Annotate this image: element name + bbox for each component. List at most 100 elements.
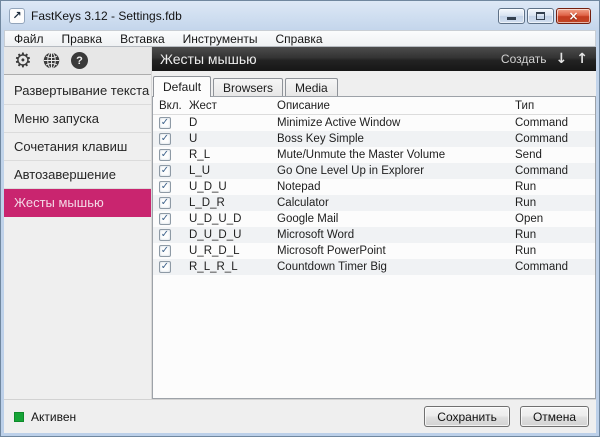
status-label: Активен: [31, 410, 76, 424]
gesture-table-body: ✓DMinimize Active WindowCommand✓UBoss Ke…: [153, 115, 595, 275]
tab-browsers[interactable]: Browsers: [213, 78, 283, 96]
table-row[interactable]: ✓ D_U_D_UMicrosoft WordRun: [153, 227, 595, 243]
checkbox-icon[interactable]: ✓: [159, 245, 171, 257]
table-row[interactable]: ✓R_LMute/Unmute the Master VolumeSend: [153, 147, 595, 163]
table-row[interactable]: ✓ U_D_U_DGoogle MailOpen: [153, 211, 595, 227]
gesture-type: Run: [515, 181, 595, 193]
globe-icon[interactable]: [43, 52, 60, 69]
gesture-code: U_D_U_D: [189, 213, 277, 225]
gesture-description: Microsoft Word: [277, 229, 515, 241]
window-controls: ×: [498, 8, 591, 24]
app-icon: ↗: [9, 8, 25, 24]
gesture-type: Run: [515, 229, 595, 241]
maximize-icon: [536, 12, 545, 20]
row-enabled-cell: ✓: [153, 197, 189, 209]
row-enabled-cell: ✓: [153, 213, 189, 225]
table-row[interactable]: ✓ L_D_RCalculatorRun: [153, 195, 595, 211]
help-icon[interactable]: ?: [71, 52, 88, 69]
checkbox-icon[interactable]: ✓: [159, 213, 171, 225]
sidebar-item[interactable]: Развертывание текста: [4, 77, 151, 105]
tab-media[interactable]: Media: [285, 78, 338, 96]
table-row[interactable]: ✓ R_L_R_LCountdown Timer BigCommand: [153, 259, 595, 275]
row-enabled-cell: ✓: [153, 229, 189, 241]
sidebar-item[interactable]: Жесты мышью: [4, 189, 151, 217]
checkbox-icon[interactable]: ✓: [159, 181, 171, 193]
table-row[interactable]: ✓L_UGo One Level Up in ExplorerCommand: [153, 163, 595, 179]
gesture-type: Command: [515, 117, 595, 129]
row-enabled-cell: ✓: [153, 149, 189, 161]
maximize-button[interactable]: [527, 8, 554, 24]
gesture-type: Open: [515, 213, 595, 225]
gesture-type: Run: [515, 245, 595, 257]
menubar-item[interactable]: Инструменты: [174, 31, 267, 47]
gesture-description: Boss Key Simple: [277, 133, 515, 145]
sidebar-item[interactable]: Меню запуска: [4, 105, 151, 133]
row-enabled-cell: ✓: [153, 165, 189, 177]
gesture-description: Mute/Unmute the Master Volume: [277, 149, 515, 161]
gesture-description: Microsoft PowerPoint: [277, 245, 515, 257]
checkbox-icon[interactable]: ✓: [159, 261, 171, 273]
table-row[interactable]: ✓ UBoss Key SimpleCommand: [153, 131, 595, 147]
gesture-description: Minimize Active Window: [277, 117, 515, 129]
gesture-code: U_D_U: [189, 181, 277, 193]
menubar-item[interactable]: Вставка: [111, 31, 174, 47]
checkbox-icon[interactable]: ✓: [159, 197, 171, 209]
gesture-description: Calculator: [277, 197, 515, 209]
menubar-item[interactable]: Справка: [267, 31, 332, 47]
save-button[interactable]: Сохранить: [424, 406, 510, 427]
checkbox-icon[interactable]: ✓: [159, 149, 171, 161]
tab-default[interactable]: Default: [153, 76, 211, 97]
gesture-type: Command: [515, 165, 595, 177]
gesture-description: Google Mail: [277, 213, 515, 225]
checkbox-icon[interactable]: ✓: [159, 117, 171, 129]
menubar-item[interactable]: Правка: [53, 31, 112, 47]
close-button[interactable]: ×: [556, 8, 591, 24]
column-header-description[interactable]: Описание: [277, 100, 515, 112]
gesture-code: L_D_R: [189, 197, 277, 209]
minimize-icon: [507, 17, 516, 20]
sidebar-item[interactable]: Автозавершение: [4, 161, 151, 189]
gesture-description: Notepad: [277, 181, 515, 193]
row-enabled-cell: ✓: [153, 117, 189, 129]
window-title: FastKeys 3.12 - Settings.fdb: [31, 9, 182, 23]
table-row[interactable]: ✓ U_R_D_LMicrosoft PowerPointRun: [153, 243, 595, 259]
move-up-icon[interactable]: ↑: [576, 51, 588, 67]
create-button[interactable]: Создать: [501, 52, 547, 66]
gesture-code: L_U: [189, 165, 277, 177]
gesture-type: Command: [515, 133, 595, 145]
status-bar: Активен Сохранить Отмена: [4, 399, 596, 433]
content-area: Жесты мышью Создать ↓ ↑ DefaultBrowsersM…: [152, 47, 596, 399]
gesture-code: R_L_R_L: [189, 261, 277, 273]
move-down-icon[interactable]: ↓: [556, 51, 568, 67]
sidebar-item[interactable]: Сочетания клавиш: [4, 133, 151, 161]
title-bar[interactable]: ↗ FastKeys 3.12 - Settings.fdb ×: [4, 1, 596, 30]
table-row[interactable]: ✓ DMinimize Active WindowCommand: [153, 115, 595, 131]
gesture-type: Command: [515, 261, 595, 273]
row-enabled-cell: ✓: [153, 261, 189, 273]
row-enabled-cell: ✓: [153, 133, 189, 145]
gesture-code: D_U_D_U: [189, 229, 277, 241]
checkbox-icon[interactable]: ✓: [159, 133, 171, 145]
gesture-code: U_R_D_L: [189, 245, 277, 257]
column-header-gesture[interactable]: Жест: [189, 100, 277, 112]
gear-icon[interactable]: ⚙: [14, 50, 32, 70]
cancel-button[interactable]: Отмена: [520, 406, 589, 427]
checkbox-icon[interactable]: ✓: [159, 165, 171, 177]
menubar-item[interactable]: Файл: [5, 31, 53, 47]
panel-header-actions: Создать ↓ ↑: [501, 51, 588, 67]
table-header: Вкл. Жест Описание Тип: [153, 97, 595, 115]
column-header-enabled[interactable]: Вкл.: [153, 100, 189, 112]
gesture-type: Run: [515, 197, 595, 209]
minimize-button[interactable]: [498, 8, 525, 24]
checkbox-icon[interactable]: ✓: [159, 229, 171, 241]
column-header-type[interactable]: Тип: [515, 100, 595, 112]
table-row[interactable]: ✓ U_D_UNotepadRun: [153, 179, 595, 195]
menu-bar: ФайлПравкаВставкаИнструментыСправка: [4, 30, 596, 47]
sidebar-items: Развертывание текстаМеню запускаСочетани…: [4, 77, 151, 217]
gesture-code: U: [189, 133, 277, 145]
tab-bar: DefaultBrowsersMedia: [152, 71, 596, 96]
gesture-code: D: [189, 117, 277, 129]
sidebar-toolbar: ⚙ ?: [4, 47, 151, 75]
row-enabled-cell: ✓: [153, 181, 189, 193]
gesture-description: Countdown Timer Big: [277, 261, 515, 273]
